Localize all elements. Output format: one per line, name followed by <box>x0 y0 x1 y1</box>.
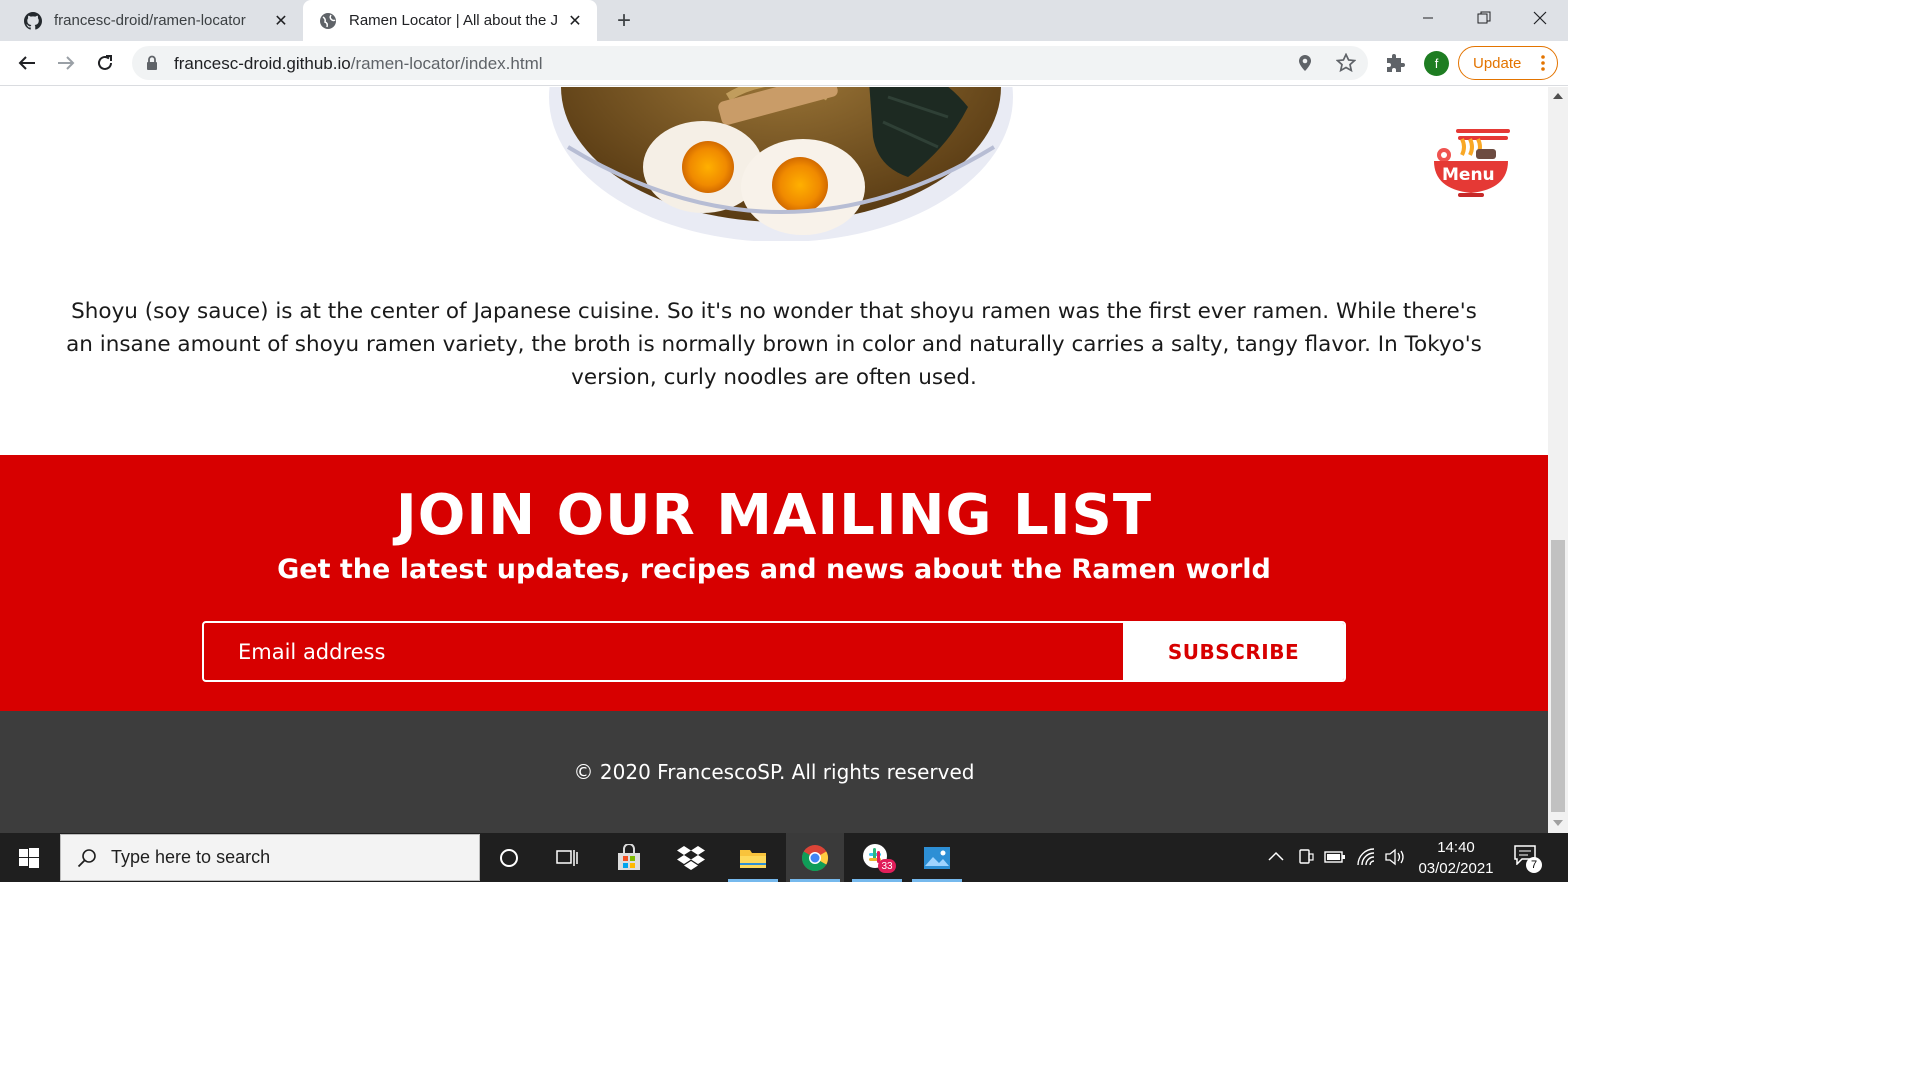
shoyu-ramen-image <box>549 87 1013 241</box>
tab-title: Ramen Locator | All about the Japanese R… <box>349 12 557 29</box>
bookmark-star-icon[interactable] <box>1336 53 1356 73</box>
update-button[interactable]: Update <box>1458 46 1558 80</box>
location-pin-icon[interactable] <box>1298 54 1312 72</box>
windows-taskbar: Type here to search 33 14:40 03/02/2021 … <box>0 833 1568 882</box>
globe-icon <box>320 12 336 29</box>
slack-badge: 33 <box>878 859 896 873</box>
copyright-text: © 2020 FrancescoSP. All rights reserved <box>573 760 975 784</box>
url-text: francesc-droid.github.io/ramen-locator/i… <box>174 54 543 73</box>
reload-icon[interactable] <box>91 49 119 77</box>
subscribe-button[interactable]: SUBSCRIBE <box>1123 623 1344 680</box>
address-bar[interactable]: francesc-droid.github.io/ramen-locator/i… <box>132 46 1368 80</box>
email-input[interactable] <box>204 623 1123 680</box>
show-hidden-icons-chevron-icon[interactable] <box>1268 851 1284 861</box>
mailing-list-section: JOIN OUR MAILING LIST Get the latest upd… <box>0 455 1548 711</box>
running-indicator <box>790 879 840 882</box>
lock-icon <box>147 55 157 70</box>
search-icon <box>77 848 96 867</box>
window-restore-icon[interactable] <box>1456 0 1512 36</box>
battery-icon[interactable] <box>1324 850 1346 864</box>
mailing-heading: JOIN OUR MAILING LIST <box>395 483 1153 548</box>
tab-title: francesc-droid/ramen-locator <box>54 12 246 29</box>
more-menu-icon[interactable] <box>1541 54 1545 72</box>
cortana-icon[interactable] <box>480 833 538 882</box>
clock-date: 03/02/2021 <box>1418 860 1494 877</box>
file-explorer-icon[interactable] <box>724 833 782 882</box>
tab-close-icon[interactable]: ✕ <box>565 11 585 31</box>
ramen-bowl-logo-icon <box>1434 129 1510 197</box>
windows-start-icon[interactable] <box>0 833 58 882</box>
github-icon <box>24 11 42 30</box>
scroll-down-icon[interactable] <box>1553 820 1563 826</box>
slack-icon[interactable]: 33 <box>848 833 906 882</box>
page-scrollbar[interactable] <box>1548 87 1568 833</box>
search-placeholder: Type here to search <box>111 847 271 867</box>
window-minimize-icon[interactable] <box>1400 0 1456 36</box>
forward-arrow-icon[interactable] <box>52 49 80 77</box>
window-close-icon[interactable] <box>1512 0 1568 36</box>
running-indicator <box>728 879 778 882</box>
back-arrow-icon[interactable] <box>13 49 41 77</box>
extensions-puzzle-icon[interactable] <box>1384 53 1406 75</box>
taskbar-search-box[interactable]: Type here to search <box>60 834 480 881</box>
profile-avatar[interactable]: f <box>1424 51 1449 76</box>
subscribe-form: SUBSCRIBE <box>202 621 1346 682</box>
running-indicator <box>912 879 962 882</box>
running-indicator <box>852 879 902 882</box>
microsoft-store-icon[interactable] <box>600 833 658 882</box>
shoyu-description: Shoyu (soy sauce) is at the center of Ja… <box>66 299 1482 390</box>
wifi-icon[interactable] <box>1356 847 1376 867</box>
volume-icon[interactable] <box>1384 848 1406 866</box>
tab-ramen-locator[interactable]: Ramen Locator | All about the Japanese R… <box>303 0 597 41</box>
tab-close-icon[interactable]: ✕ <box>271 11 291 31</box>
tab-github[interactable]: francesc-droid/ramen-locator ✕ <box>0 0 303 41</box>
tab-strip: francesc-droid/ramen-locator ✕ Ramen Loc… <box>0 0 1568 41</box>
menu-button[interactable]: Menu <box>1428 127 1514 199</box>
action-center-icon[interactable]: 7 <box>1514 845 1542 873</box>
chrome-taskbar-icon[interactable] <box>786 833 844 882</box>
device-icon[interactable] <box>1298 848 1314 866</box>
scroll-up-icon[interactable] <box>1553 93 1563 99</box>
new-tab-plus-icon[interactable]: + <box>611 7 637 34</box>
page-viewport: Menu Shoyu (soy sauce) is at the center … <box>0 87 1548 833</box>
taskbar-clock[interactable]: 14:40 03/02/2021 <box>1410 837 1502 879</box>
mailing-subheading: Get the latest updates, recipes and news… <box>277 554 1271 585</box>
page-footer: © 2020 FrancescoSP. All rights reserved <box>0 711 1548 833</box>
dropbox-icon[interactable] <box>662 833 720 882</box>
task-view-icon[interactable] <box>538 833 596 882</box>
menu-label: Menu <box>1442 165 1495 185</box>
notification-count: 7 <box>1526 857 1542 873</box>
browser-toolbar: francesc-droid.github.io/ramen-locator/i… <box>0 41 1568 86</box>
scrollbar-thumb[interactable] <box>1551 540 1565 812</box>
photos-icon[interactable] <box>908 833 966 882</box>
clock-time: 14:40 <box>1437 839 1475 856</box>
